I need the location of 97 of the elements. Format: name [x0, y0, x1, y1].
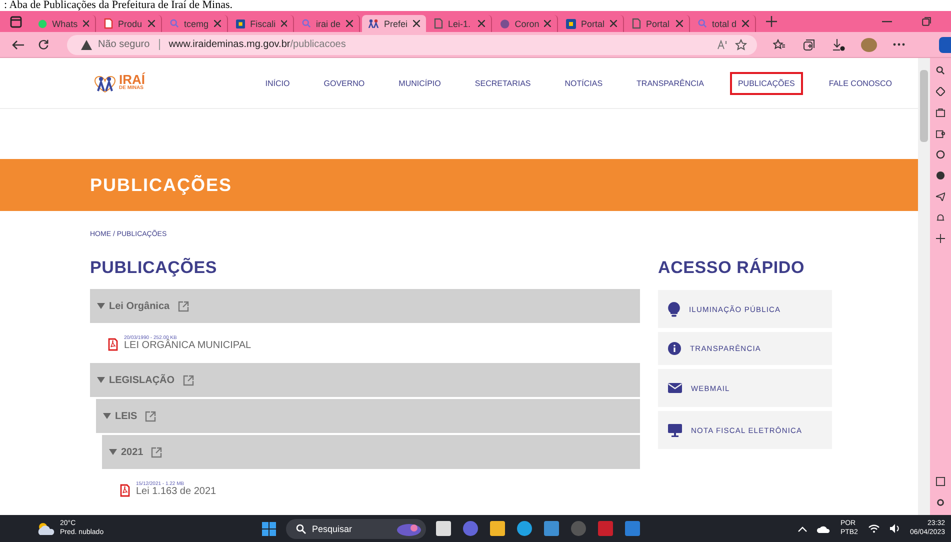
collections-icon[interactable]: [803, 38, 815, 50]
tab-actions-icon[interactable]: [10, 16, 22, 28]
wifi-icon[interactable]: [868, 524, 880, 533]
circle-icon: [500, 18, 510, 28]
bell-icon[interactable]: [936, 213, 945, 222]
document-app-icon[interactable]: [625, 521, 640, 536]
more-icon[interactable]: [893, 43, 905, 46]
site-icon: [236, 18, 246, 28]
browser-tab[interactable]: Prefei: [362, 15, 426, 32]
close-icon[interactable]: [676, 20, 683, 27]
nav-link[interactable]: MUNICÍPIO: [390, 72, 449, 94]
caret-down-icon: [97, 303, 105, 309]
task-view-icon[interactable]: [436, 521, 452, 536]
file-link[interactable]: LEI ORGÂNICA MUNICIPAL: [124, 341, 252, 352]
close-icon[interactable]: [346, 20, 353, 27]
document-icon: [104, 18, 113, 29]
new-tab-icon[interactable]: [766, 16, 777, 27]
caret-down-icon: [103, 413, 111, 419]
people-icon: [368, 19, 379, 28]
chevron-up-icon[interactable]: [798, 526, 808, 532]
volume-icon[interactable]: [890, 524, 900, 533]
site-icon: [566, 18, 576, 28]
nav-link[interactable]: SECRETARIAS: [466, 72, 539, 94]
external-link-icon: [145, 410, 156, 422]
address-field[interactable]: Não seguro www.iraideminas.mg.gov.br/publicacoes: [67, 34, 757, 54]
warning-icon: [81, 40, 92, 50]
minimize-icon[interactable]: [882, 20, 892, 22]
chat-app-icon[interactable]: [463, 521, 478, 536]
panel-icon[interactable]: [936, 477, 945, 486]
folder-row[interactable]: Lei Orgânica: [90, 289, 640, 323]
windows-logo-icon[interactable]: [262, 522, 276, 536]
folder-icon[interactable]: [490, 521, 506, 536]
circle-icon: [38, 18, 48, 28]
plane-icon[interactable]: [936, 192, 945, 201]
document-icon: [632, 18, 641, 29]
close-icon[interactable]: [544, 20, 551, 27]
scrollbar[interactable]: [918, 58, 930, 515]
people-icon: [93, 73, 117, 93]
browser-app-icon[interactable]: [517, 521, 532, 536]
refresh-icon[interactable]: [38, 39, 49, 50]
pdf-icon: [120, 484, 130, 496]
folder-row[interactable]: LEIS: [96, 399, 640, 433]
caret-down-icon: [109, 449, 117, 455]
folder-row[interactable]: LEGISLAÇÃO: [90, 363, 640, 397]
search-icon[interactable]: [936, 66, 945, 75]
star-icon[interactable]: [735, 38, 747, 50]
search-icon: [698, 19, 707, 28]
close-icon[interactable]: [82, 20, 89, 27]
banner-title: PUBLICAÇÕES: [90, 174, 232, 196]
close-icon[interactable]: [148, 20, 155, 27]
external-link-icon: [178, 300, 189, 312]
favorites-icon[interactable]: [773, 38, 785, 50]
nav-link[interactable]: NOTÍCIAS: [556, 72, 611, 94]
close-icon[interactable]: [280, 20, 287, 27]
info-icon: [668, 342, 681, 355]
add-icon[interactable]: [936, 234, 945, 243]
shield-app-icon[interactable]: [598, 521, 614, 536]
caret-down-icon: [97, 377, 105, 383]
pdf-icon: [108, 338, 118, 350]
cloud-icon[interactable]: [817, 524, 830, 532]
monitor-icon: [668, 424, 682, 436]
diamond-icon[interactable]: [936, 87, 945, 96]
folder-row[interactable]: 2021: [102, 435, 640, 469]
close-icon[interactable]: [413, 20, 420, 27]
search-icon: [170, 19, 179, 28]
file-link[interactable]: Lei 1.163 de 2021: [136, 487, 216, 498]
search-icon: [302, 19, 311, 28]
lightbulb-icon: [668, 302, 680, 316]
nav-link[interactable]: INÍCIO: [257, 72, 298, 94]
puzzle-icon[interactable]: [936, 129, 945, 138]
document-icon: [434, 18, 443, 29]
briefcase-icon[interactable]: [936, 108, 945, 117]
close-icon[interactable]: [214, 20, 221, 27]
cloud-icon: [36, 522, 56, 535]
close-icon[interactable]: [478, 20, 485, 27]
caption-text: : Aba de Publicações da Prefeitura de Iraí de Minas.: [3, 0, 234, 11]
envelope-icon: [668, 383, 682, 393]
nav-link[interactable]: FALE CONOSCO: [820, 72, 900, 94]
external-link-icon: [182, 374, 194, 386]
nav-link[interactable]: PUBLICAÇÕES: [730, 72, 803, 94]
read-aloud-icon[interactable]: [717, 40, 729, 50]
nav-link[interactable]: TRANSPARÊNCIA: [628, 72, 712, 94]
back-icon[interactable]: [12, 40, 24, 50]
download-icon[interactable]: [833, 38, 845, 50]
taskbar-search-field[interactable]: Pesquisar: [286, 518, 426, 538]
close-icon[interactable]: [610, 20, 617, 27]
close-icon[interactable]: [742, 20, 749, 27]
search-highlight-icon: [396, 522, 422, 536]
section-heading: PUBLICAÇÕES: [90, 258, 218, 278]
store-icon[interactable]: [544, 521, 560, 536]
circle-icon[interactable]: [936, 150, 945, 159]
settings-icon[interactable]: [936, 498, 945, 507]
nav-link[interactable]: GOVERNO: [316, 72, 373, 94]
restore-icon[interactable]: [922, 17, 931, 26]
section-heading: ACESSO RÁPIDO: [658, 258, 806, 278]
external-link-icon: [151, 446, 162, 458]
search-icon: [296, 524, 306, 534]
